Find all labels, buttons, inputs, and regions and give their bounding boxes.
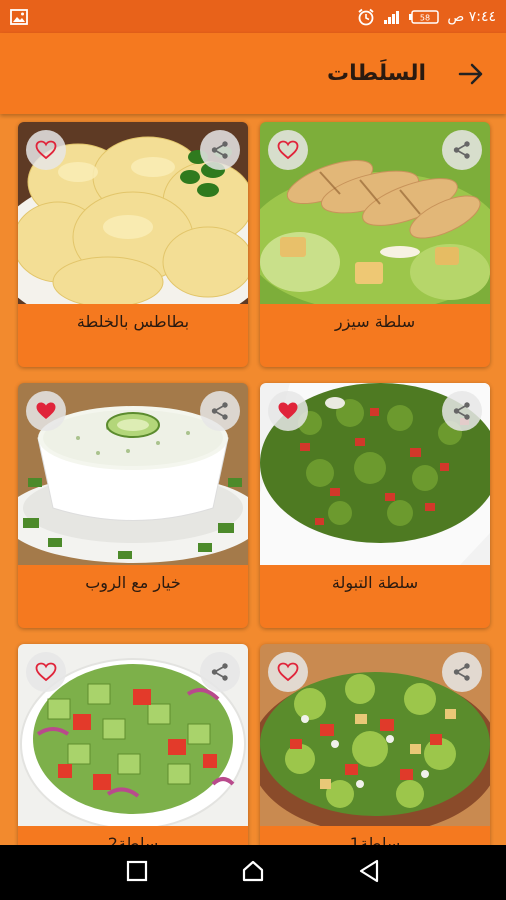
share-icon — [453, 141, 470, 159]
share-button[interactable] — [200, 391, 240, 431]
recipe-card[interactable]: سلطة1 — [260, 644, 490, 845]
heart-filled-icon — [278, 402, 298, 419]
recent-apps-button[interactable] — [126, 860, 148, 886]
system-nav-bar — [0, 845, 506, 900]
share-icon — [211, 402, 228, 420]
system-status: ٧:٤٤ ص 58 — [357, 8, 496, 26]
alarm-icon — [358, 8, 374, 25]
status-bar: ٧:٤٤ ص 58 — [0, 0, 506, 33]
favorite-button[interactable] — [26, 391, 66, 431]
heart-outline-icon — [35, 140, 57, 160]
recipe-card[interactable]: خيار مع الروب — [18, 383, 248, 628]
notification-area — [10, 8, 28, 25]
heart-outline-icon — [277, 662, 299, 682]
app-bar: السلَطات — [0, 33, 506, 114]
heart-outline-icon — [35, 662, 57, 682]
share-icon — [453, 402, 470, 420]
signal-icon — [384, 10, 400, 24]
battery-icon: 58 — [409, 9, 440, 24]
recipe-name: بطاطس بالخلطة — [76, 312, 190, 331]
favorite-button[interactable] — [26, 130, 66, 170]
home-icon — [242, 860, 264, 881]
recipe-name: سلطة سيزر — [334, 312, 416, 331]
gallery-icon — [10, 8, 28, 25]
share-button[interactable] — [200, 652, 240, 692]
share-button[interactable] — [200, 130, 240, 170]
recipe-card[interactable]: سلطة سيزر — [260, 122, 490, 367]
recipe-card[interactable]: سلطة التبولة — [260, 383, 490, 628]
recipe-name: سلطة التبولة — [331, 573, 419, 592]
favorite-button[interactable] — [268, 391, 308, 431]
clock-time: ٧:٤٤ ص — [447, 8, 496, 25]
recipe-name: سلطة2 — [107, 834, 159, 845]
home-button[interactable] — [241, 859, 265, 887]
triangle-back-icon — [359, 859, 378, 882]
square-icon — [127, 860, 148, 881]
share-icon — [211, 663, 228, 681]
favorite-button[interactable] — [26, 652, 66, 692]
share-icon — [453, 663, 470, 681]
share-button[interactable] — [442, 391, 482, 431]
recipe-grid[interactable]: سلطة سيزر بطاطس بالخلطة سلطة التبولة خيا… — [0, 114, 506, 845]
heart-outline-icon — [277, 140, 299, 160]
favorite-button[interactable] — [268, 652, 308, 692]
arrow-right-icon — [458, 63, 483, 84]
heart-filled-icon — [36, 402, 56, 419]
share-button[interactable] — [442, 130, 482, 170]
share-button[interactable] — [442, 652, 482, 692]
recipe-name: خيار مع الروب — [85, 573, 181, 592]
recipe-card[interactable]: بطاطس بالخلطة — [18, 122, 248, 367]
battery-level: 58 — [420, 13, 430, 22]
page-title: السلَطات — [327, 61, 426, 86]
back-nav-button[interactable] — [358, 859, 380, 887]
back-button[interactable] — [456, 59, 486, 89]
recipe-card[interactable]: سلطة2 — [18, 644, 248, 845]
recipe-name: سلطة1 — [349, 834, 401, 845]
favorite-button[interactable] — [268, 130, 308, 170]
share-icon — [211, 141, 228, 159]
